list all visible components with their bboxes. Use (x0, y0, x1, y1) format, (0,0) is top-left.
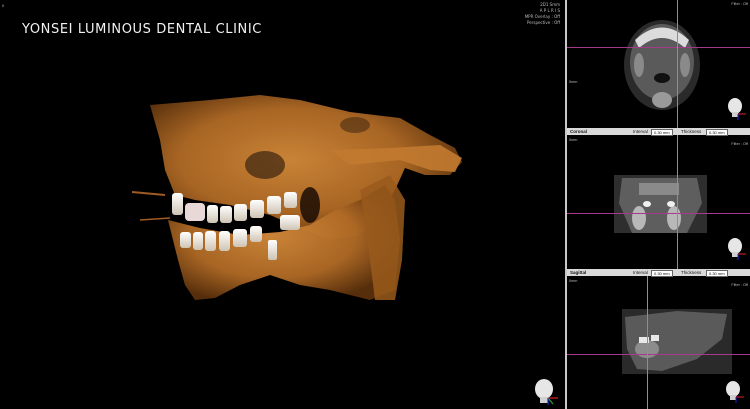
sagittal-crosshair-h[interactable] (567, 354, 750, 355)
head-orientation-icon[interactable] (530, 376, 560, 406)
axial-crosshair-v[interactable] (677, 0, 678, 128)
volume-3d-view[interactable]: 0 YONSEI LUMINOUS DENTAL CLINIC 2D1 Smm … (0, 0, 565, 409)
sagittal-crosshair-v[interactable] (647, 276, 648, 409)
coronal-panel[interactable]: Coronal Interval 0.30 mm Thickness 0.30 … (567, 128, 750, 269)
cbct-viewer: 0 YONSEI LUMINOUS DENTAL CLINIC 2D1 Smm … (0, 0, 750, 409)
axial-slice-image (624, 20, 700, 110)
coronal-crosshair-v[interactable] (677, 135, 678, 269)
axial-panel[interactable]: 0mm Filter : Off (567, 0, 750, 128)
coronal-slice-image (614, 175, 707, 233)
jaw-3d-rendering (131, 95, 462, 300)
head-orientation-icon[interactable] (723, 379, 745, 403)
sagittal-panel[interactable]: Sagittal Interval 0.30 mm Thickness 0.30… (567, 269, 750, 409)
axial-crosshair-h[interactable] (567, 47, 750, 48)
head-orientation-icon[interactable] (725, 236, 747, 260)
head-orientation-icon[interactable] (725, 96, 747, 120)
coronal-crosshair-h[interactable] (567, 213, 750, 214)
